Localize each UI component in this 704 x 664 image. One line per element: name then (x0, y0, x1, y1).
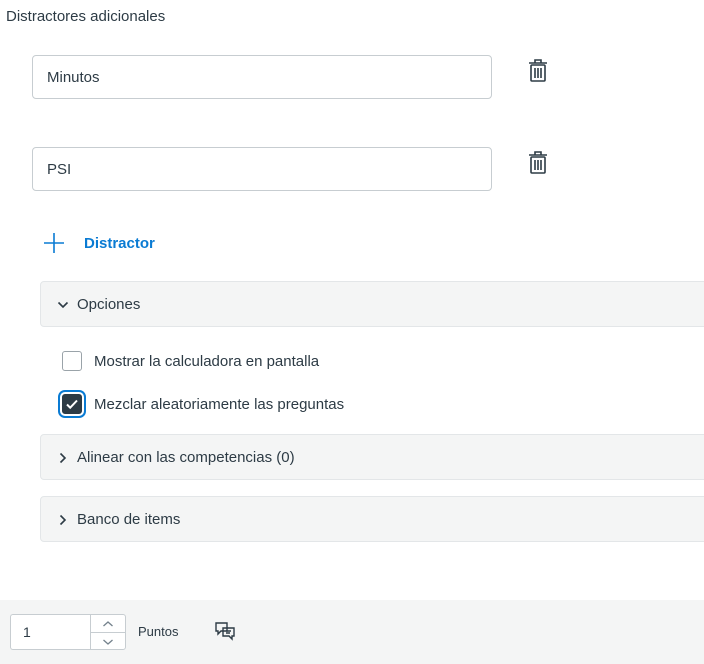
chevron-down-icon (103, 639, 113, 645)
add-distractor-button[interactable]: Distractor (42, 226, 155, 260)
question-footer: Puntos (0, 600, 704, 664)
points-stepper (90, 614, 126, 650)
outcomes-panel-label: Alinear con las competencias (0) (77, 448, 295, 466)
calculator-checkbox-row[interactable]: Mostrar la calculadora en pantalla (62, 348, 319, 374)
chevron-down-icon (57, 298, 69, 310)
distractor-row (32, 147, 632, 193)
distractor-row (32, 55, 632, 101)
trash-icon[interactable] (525, 149, 551, 177)
chevron-right-icon (57, 513, 69, 526)
points-label: Puntos (138, 624, 179, 639)
distractor-input[interactable] (32, 55, 492, 99)
decrement-button[interactable] (91, 633, 125, 650)
trash-icon[interactable] (525, 57, 551, 85)
chevron-right-icon (57, 451, 69, 464)
options-panel-label: Opciones (77, 295, 141, 313)
points-input[interactable] (10, 614, 90, 650)
add-distractor-label: Distractor (84, 234, 155, 252)
shuffle-checkbox[interactable] (62, 394, 82, 414)
increment-button[interactable] (91, 615, 125, 633)
chevron-up-icon (103, 620, 113, 626)
item-bank-panel-label: Banco de items (77, 510, 181, 528)
feedback-icon[interactable] (214, 620, 236, 642)
plus-icon (42, 231, 66, 255)
item-bank-panel-toggle[interactable]: Banco de items (40, 496, 704, 542)
shuffle-checkbox-row[interactable]: Mezclar aleatoriamente las preguntas (62, 391, 344, 417)
distractor-input[interactable] (32, 147, 492, 191)
calculator-checkbox[interactable] (62, 351, 82, 371)
outcomes-panel-toggle[interactable]: Alinear con las competencias (0) (40, 434, 704, 480)
checkmark-icon (66, 399, 78, 410)
calculator-checkbox-label: Mostrar la calculadora en pantalla (94, 352, 320, 370)
section-title: Distractores adicionales (6, 8, 166, 25)
shuffle-checkbox-label: Mezclar aleatoriamente las preguntas (94, 395, 345, 413)
options-panel-toggle[interactable]: Opciones (40, 281, 704, 327)
